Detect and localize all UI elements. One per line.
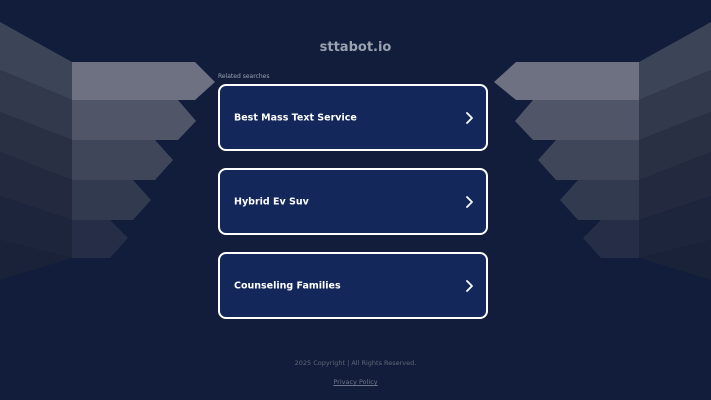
- chevron-right-icon: [466, 111, 473, 124]
- related-search-link[interactable]: Best Mass Text Service: [218, 84, 488, 151]
- related-search-link[interactable]: Hybrid Ev Suv: [218, 168, 488, 235]
- copyright-text: 2025 Copyright | All Rights Reserved.: [294, 359, 417, 367]
- right-decoration: [494, 22, 711, 280]
- related-searches-label: Related searches: [218, 73, 270, 80]
- related-search-label: Best Mass Text Service: [234, 112, 357, 123]
- chevron-right-icon: [466, 279, 473, 292]
- related-search-label: Counseling Families: [234, 280, 341, 291]
- chevron-right-icon: [466, 195, 473, 208]
- related-search-link[interactable]: Counseling Families: [218, 252, 488, 319]
- privacy-policy-link[interactable]: Privacy Policy: [333, 378, 377, 386]
- domain-title: sttabot.io: [319, 40, 392, 55]
- privacy-policy-container: Privacy Policy: [0, 378, 711, 386]
- parked-domain-page: sttabot.io Related searches Best Mass Te…: [0, 0, 711, 400]
- left-decoration: [0, 22, 215, 280]
- related-search-label: Hybrid Ev Suv: [234, 196, 309, 207]
